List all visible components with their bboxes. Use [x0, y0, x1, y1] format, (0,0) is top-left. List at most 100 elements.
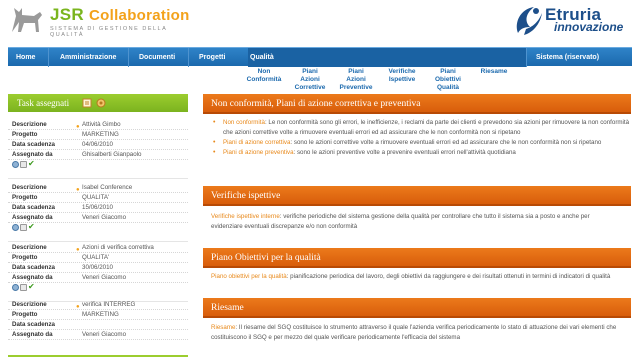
bullet-term[interactable]: Non conformità [223, 119, 265, 126]
nav-separator [128, 48, 129, 67]
task-progetto: QUALITA' [82, 194, 110, 201]
quality-subnav: Non Conformità Piani Azioni Correttive P… [230, 68, 530, 94]
nav-separator [48, 48, 49, 67]
task-settings-icon[interactable] [96, 98, 106, 108]
section-term[interactable]: Verifiche ispettive interne [211, 213, 280, 220]
task-panel-header: Task assegnati [8, 94, 188, 112]
document-icon[interactable] [20, 284, 27, 291]
brand-collab: Collaboration [89, 7, 190, 24]
section-paragraph: Verifiche ispettive interne: verifiche p… [203, 212, 631, 232]
search-icon[interactable] [12, 284, 19, 291]
subnav-riesame[interactable]: Riesame [476, 68, 512, 76]
nav-progetti[interactable]: Progetti [199, 48, 225, 67]
main-content: Non conformità, Piani di azione corretti… [203, 94, 631, 357]
document-icon[interactable] [20, 224, 27, 231]
check-icon[interactable]: ✔ [28, 160, 36, 168]
subnav-piani-azioni-preventive[interactable]: Piani Azioni Preventive [338, 68, 374, 92]
jsr-collaboration-logo[interactable]: JSR Collaboration SISTEMA DI GESTIONE DE… [8, 2, 198, 42]
brand-name: JSR Collaboration [50, 5, 190, 25]
task-data-scadenza: 30/06/2010 [82, 264, 113, 271]
etruria-logo[interactable]: Etruria innovazione [512, 3, 632, 41]
field-label: Descrizione [12, 184, 47, 191]
subnav-verifiche-ispettive[interactable]: Verifiche Ispettive [384, 68, 420, 84]
section-header: Riesame [203, 298, 631, 318]
task-actions: ✔ [8, 223, 188, 234]
task-divider [8, 234, 188, 242]
section-header: Verifiche ispettive [203, 186, 631, 206]
task-data-scadenza: 15/06/2010 [82, 204, 113, 211]
task-progetto: MARKETING [82, 131, 119, 138]
task-field-progetto: Progetto QUALITA' [8, 253, 188, 263]
bullet-text: : sono le azioni correttive volte a rimu… [290, 139, 602, 146]
task-divider [8, 171, 188, 179]
field-label: Progetto [12, 311, 38, 318]
field-label: Descrizione [12, 301, 47, 308]
field-label: Data scadenza [12, 204, 55, 211]
task-descrizione[interactable]: Attività Gimbo [82, 120, 121, 130]
field-label: Progetto [12, 131, 38, 138]
section-body: Piano obiettivi per la qualità: pianific… [203, 272, 631, 282]
search-icon[interactable] [12, 161, 19, 168]
section-body: Verifiche ispettive interne: verifiche p… [203, 212, 631, 232]
nav-separator [526, 48, 527, 67]
bullet-term[interactable]: Piani di azione correttiva [223, 139, 290, 146]
task-assegnato-da: Veneri Giacomo [82, 214, 127, 221]
section-header: Piano Obiettivi per la qualità [203, 248, 631, 268]
section-paragraph: Riesame: Il riesame del SGQ costituisce … [203, 323, 631, 343]
bullet-term[interactable]: Piani di azione preventiva [223, 149, 294, 156]
task-descrizione[interactable]: Azioni di verifica correttiva [82, 243, 154, 253]
check-icon[interactable]: ✔ [28, 283, 36, 291]
task-assegnato-da: Veneri Giacomo [82, 274, 127, 281]
subnav-piani-obiettivi-qualita[interactable]: Piani Obiettivi Qualità [430, 68, 466, 92]
nav-sistema-riservato[interactable]: Sistema (riservato) [536, 48, 599, 67]
bullet-icon: • [213, 139, 216, 146]
nav-qualita[interactable]: Qualità [250, 48, 274, 67]
task-actions: ✔ [8, 283, 188, 294]
brand-tagline: SISTEMA DI GESTIONE DELLA QUALITÀ [50, 26, 167, 38]
field-label: Progetto [12, 254, 38, 261]
task-field-progetto: Progetto MARKETING [8, 310, 188, 320]
task-field-descrizione: Descrizione ● Attività Gimbo [8, 120, 188, 130]
task-descrizione[interactable]: Isabel Conference [82, 183, 132, 193]
task-field-progetto: Progetto MARKETING [8, 130, 188, 140]
task-progetto: QUALITA' [82, 254, 110, 261]
bullet-icon: • [213, 149, 216, 156]
main-nav: Home Amministrazione Documenti Progetti … [8, 47, 632, 67]
task-field-assegnato-da: Assegnato da Ghisalberti Gianpaolo [8, 150, 188, 160]
field-label: Data scadenza [12, 141, 55, 148]
check-icon[interactable]: ✔ [28, 223, 36, 231]
section-text: : pianificazione periodica del lavoro, d… [286, 273, 611, 280]
brand-jsr: JSR [50, 5, 84, 24]
task-item: Descrizione ● verifica INTERREG Progetto… [8, 300, 188, 340]
task-field-assegnato-da: Assegnato da Veneri Giacomo [8, 330, 188, 340]
task-field-data-scadenza: Data scadenza 15/06/2010 [8, 203, 188, 213]
search-icon[interactable] [12, 224, 19, 231]
bullet-text: : Le non conformità sono gli errori, le … [223, 119, 630, 136]
task-field-data-scadenza: Data scadenza 30/06/2010 [8, 263, 188, 273]
section-body: • Non conformità: Le non conformità sono… [203, 118, 631, 158]
nav-home[interactable]: Home [16, 48, 35, 67]
field-label: Progetto [12, 194, 38, 201]
field-label: Descrizione [12, 244, 47, 251]
task-assegnato-da: Veneri Giacomo [82, 331, 127, 338]
nav-amministrazione[interactable]: Amministrazione [60, 48, 116, 67]
subnav-piani-azioni-correttive[interactable]: Piani Azioni Correttive [292, 68, 328, 92]
task-field-descrizione: Descrizione ● verifica INTERREG [8, 300, 188, 310]
task-field-descrizione: Descrizione ● Azioni di verifica corrett… [8, 243, 188, 253]
document-icon[interactable] [20, 161, 27, 168]
task-field-assegnato-da: Assegnato da Veneri Giacomo [8, 273, 188, 283]
nav-documenti[interactable]: Documenti [139, 48, 175, 67]
field-label: Assegnato da [12, 331, 53, 338]
section-term[interactable]: Piano obiettivi per la qualità [211, 273, 287, 280]
task-descrizione[interactable]: verifica INTERREG [82, 300, 135, 310]
task-list-icon[interactable] [82, 98, 92, 108]
sidebar: Task assegnati Descrizione ● Attività Gi… [8, 94, 188, 357]
section-term[interactable]: Riesame [211, 324, 235, 331]
task-field-assegnato-da: Assegnato da Veneri Giacomo [8, 213, 188, 223]
bullet-icon: • [213, 119, 216, 126]
subnav-non-conformita[interactable]: Non Conformità [246, 68, 282, 84]
task-item: Descrizione ● Attività Gimbo Progetto MA… [8, 120, 188, 179]
section-paragraph: Piano obiettivi per la qualità: pianific… [203, 272, 631, 282]
section-body: Riesame: Il riesame del SGQ costituisce … [203, 323, 631, 343]
field-label: Data scadenza [12, 264, 55, 271]
